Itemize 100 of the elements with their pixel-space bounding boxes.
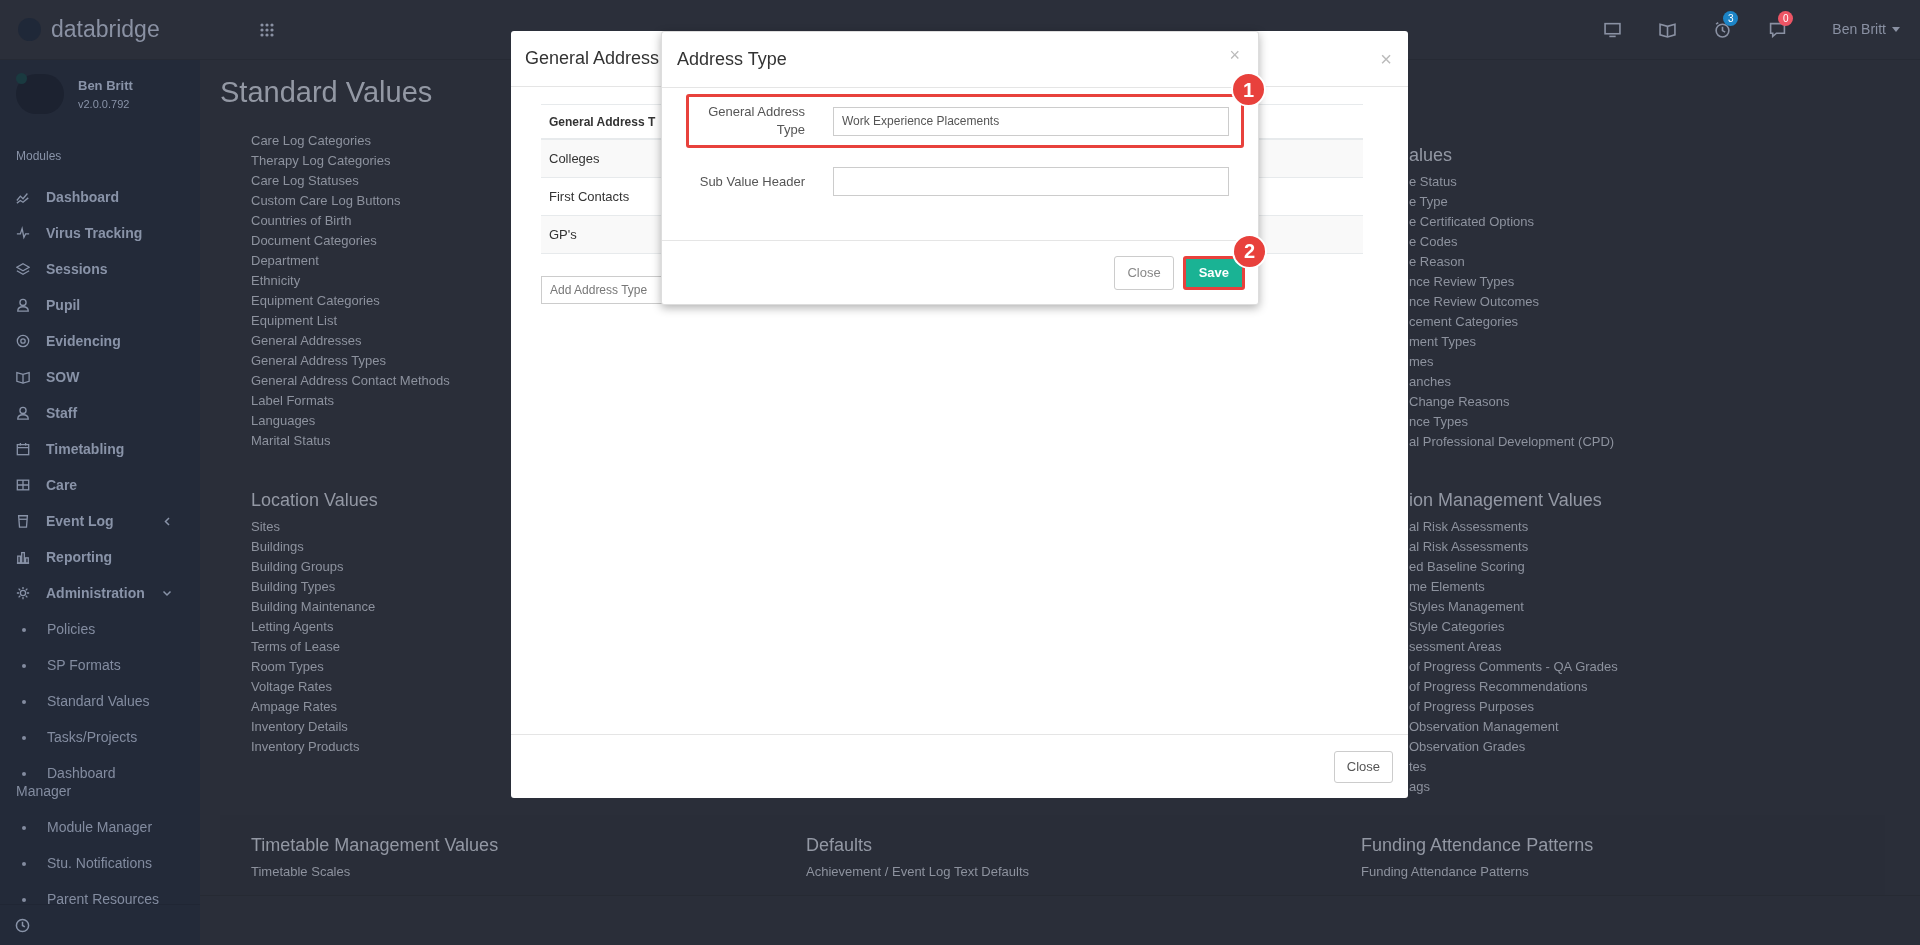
apps-grid-icon[interactable] (260, 22, 274, 37)
value-link[interactable]: Observation Management (1409, 717, 1559, 737)
value-link[interactable]: General Address Types (251, 351, 386, 371)
value-link[interactable]: ags (1409, 777, 1430, 797)
sidebar-item[interactable]: Care (0, 467, 200, 503)
value-link[interactable]: Care Log Statuses (251, 171, 359, 191)
version-text: v2.0.0.792 (78, 96, 131, 112)
value-link[interactable]: of Progress Purposes (1409, 697, 1534, 717)
sidebar-item[interactable]: Evidencing (0, 323, 200, 359)
value-link[interactable]: Custom Care Log Buttons (251, 191, 401, 211)
value-link[interactable]: anches (1409, 372, 1451, 392)
sidebar-item[interactable]: SOW (0, 359, 200, 395)
sidebar-link[interactable]: Dashboard Manager (0, 755, 200, 809)
sidebar-link[interactable]: Policies (0, 611, 200, 647)
close-button[interactable]: Close (1333, 750, 1393, 783)
book-icon[interactable] (1659, 21, 1677, 38)
value-link[interactable]: Languages (251, 411, 316, 431)
value-link[interactable]: Ampage Rates (251, 697, 337, 717)
value-link[interactable]: nce Review Outcomes (1409, 292, 1540, 312)
value-link[interactable]: al Risk Assessments (1409, 517, 1529, 537)
sidebar-item[interactable]: Pupil (0, 287, 200, 323)
logo-text: databridge (51, 15, 160, 45)
value-link[interactable]: Equipment Categories (251, 291, 380, 311)
close-button[interactable]: Close (1114, 255, 1174, 290)
bullet-icon (22, 736, 26, 741)
value-link[interactable]: Funding Attendance Patterns (1361, 862, 1529, 882)
value-link[interactable]: Timetable Scales (251, 862, 351, 882)
chat-icon[interactable] (1769, 21, 1787, 38)
value-link[interactable]: Building Maintenance (251, 597, 376, 617)
text-input-field[interactable] (833, 167, 1229, 196)
sidebar-link[interactable]: Tasks/Projects (0, 719, 200, 755)
value-link[interactable]: Achievement / Event Log Text Defaults (806, 862, 1030, 882)
value-link[interactable]: Inventory Products (251, 737, 360, 757)
value-link[interactable]: Care Log Categories (251, 131, 371, 151)
value-link[interactable]: Change Reasons (1409, 392, 1510, 412)
bullet-icon (22, 826, 26, 831)
alarm-clock-icon[interactable] (1714, 21, 1732, 38)
sidebar-item[interactable]: Administration (0, 575, 200, 611)
value-link[interactable]: Countries of Birth (251, 211, 352, 231)
value-link[interactable]: Room Types (251, 657, 324, 677)
value-link[interactable]: sessment Areas (1409, 637, 1502, 657)
sidebar-item[interactable]: Virus Tracking (0, 215, 200, 251)
value-link[interactable]: e Certificated Options (1409, 212, 1534, 232)
section-heading: Timetable Management Values (251, 834, 500, 856)
value-link[interactable]: e Status (1409, 172, 1457, 192)
value-link[interactable]: Document Categories (251, 231, 377, 251)
value-link[interactable]: ed Baseline Scoring (1409, 557, 1525, 577)
text-input-field[interactable]: Work Experience Placements (833, 106, 1229, 136)
sidebar-link[interactable]: Module Manager (0, 809, 200, 845)
value-link[interactable]: ment Types (1409, 332, 1476, 352)
value-link[interactable]: cement Categories (1409, 312, 1519, 332)
value-link[interactable]: Label Formats (251, 391, 335, 411)
sidebar-item[interactable]: Dashboard (0, 179, 200, 215)
value-link[interactable]: Building Types (251, 577, 336, 597)
value-link[interactable]: me Elements (1409, 577, 1485, 597)
value-link[interactable]: Inventory Details (251, 717, 348, 737)
sidebar-item[interactable]: Event Log (0, 503, 200, 539)
value-link[interactable]: Department (251, 251, 319, 271)
value-link[interactable]: e Type (1409, 192, 1448, 212)
value-link[interactable]: Terms of Lease (251, 637, 340, 657)
value-link[interactable]: al Professional Development (CPD) (1409, 432, 1615, 452)
value-link[interactable]: Observation Grades (1409, 737, 1526, 757)
value-link[interactable]: Marital Status (251, 431, 331, 451)
person-icon (16, 406, 30, 420)
value-link[interactable]: Sites (251, 517, 280, 537)
value-link[interactable]: mes (1409, 352, 1434, 372)
value-link[interactable]: General Addresses (251, 331, 362, 351)
sidebar-link[interactable]: Parent Resources (0, 881, 200, 904)
value-link[interactable]: Letting Agents (251, 617, 334, 637)
value-link[interactable]: Buildings (251, 537, 304, 557)
value-link[interactable]: Styles Management (1409, 597, 1524, 617)
monitor-icon[interactable] (1604, 21, 1622, 38)
value-link[interactable]: nce Types (1409, 412, 1469, 432)
sidebar-item[interactable]: Staff (0, 395, 200, 431)
sidebar-link[interactable]: Stu. Notifications (0, 845, 200, 881)
value-link[interactable]: of Progress Recommendations (1409, 677, 1588, 697)
sidebar-link[interactable]: Standard Values (0, 683, 200, 719)
user-menu[interactable]: Ben Britt (1832, 19, 1900, 40)
value-link[interactable]: Voltage Rates (251, 677, 332, 697)
sidebar-item[interactable]: Sessions (0, 251, 200, 287)
value-link[interactable]: General Address Contact Methods (251, 371, 450, 391)
clock-icon[interactable] (15, 917, 30, 933)
sidebar-link[interactable]: SP Formats (0, 647, 200, 683)
value-link[interactable]: Ethnicity (251, 271, 301, 291)
value-link[interactable]: Building Groups (251, 557, 344, 577)
bar-chart-icon (16, 550, 30, 564)
value-link[interactable]: nce Review Types (1409, 272, 1515, 292)
sidebar-item[interactable]: Reporting (0, 539, 200, 575)
save-button[interactable]: Save (1182, 255, 1245, 290)
value-link[interactable]: Style Categories (1409, 617, 1505, 637)
value-link[interactable]: tes (1409, 757, 1427, 777)
value-link[interactable]: al Risk Assessments (1409, 537, 1529, 557)
value-link[interactable]: e Reason (1409, 252, 1465, 272)
sidebar-item[interactable]: Timetabling (0, 431, 200, 467)
value-link[interactable]: e Codes (1409, 232, 1458, 252)
count-badge: 3 (1723, 11, 1739, 26)
value-link[interactable]: of Progress Comments - QA Grades (1409, 657, 1618, 677)
value-link[interactable]: Therapy Log Categories (251, 151, 391, 171)
value-link[interactable]: Equipment List (251, 311, 337, 331)
bullet-icon (22, 664, 26, 669)
